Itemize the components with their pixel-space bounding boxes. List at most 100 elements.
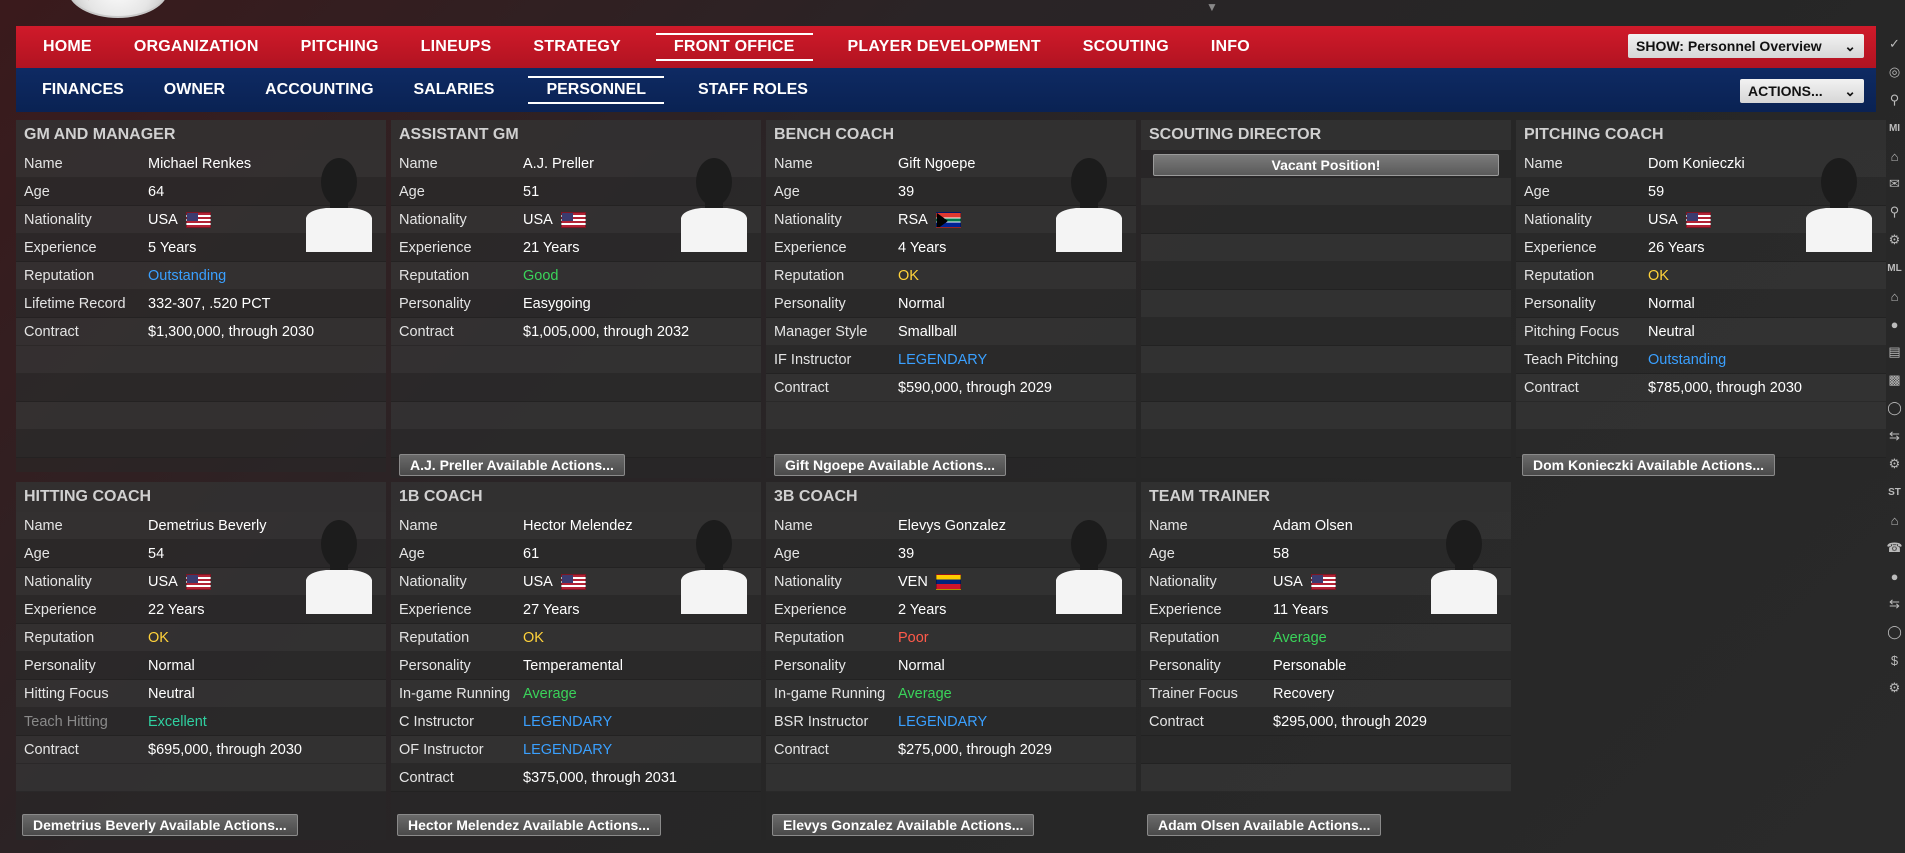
3b-coach-actions-button[interactable]: Elevys Gonzalez Available Actions... [772, 814, 1035, 836]
nav-player-development[interactable]: PLAYER DEVELOPMENT [841, 34, 1048, 60]
row-value-text: Poor [898, 629, 929, 646]
row-value[interactable]: A.J. Preller [523, 156, 594, 172]
info-row-reputation: Reputation Good [391, 262, 761, 290]
info-row-personality: Personality Normal [766, 652, 1136, 680]
row-value: $1,005,000, through 2032 [523, 324, 689, 340]
info-row-reputation: Reputation OK [1516, 262, 1886, 290]
subnav-salaries[interactable]: SALARIES [408, 77, 501, 103]
row-value: Average [1273, 630, 1327, 646]
panel-title: ASSISTANT GM [391, 120, 761, 150]
row-value-text: Neutral [1648, 323, 1695, 340]
row-value[interactable]: Dom Konieczki [1648, 156, 1745, 172]
panel-title: BENCH COACH [766, 120, 1136, 150]
row-label: Age [1149, 545, 1175, 562]
subnav-owner[interactable]: OWNER [158, 77, 231, 103]
ball-icon[interactable]: ◯ [1884, 394, 1905, 422]
row-label: IF Instructor [774, 351, 852, 368]
hitting-coach-actions-button[interactable]: Demetrius Beverly Available Actions... [22, 814, 298, 836]
sub-nav: FINANCES OWNER ACCOUNTING SALARIES PERSO… [16, 68, 1876, 112]
nav-info[interactable]: INFO [1204, 34, 1257, 60]
bulb-icon[interactable]: ⚲ [1884, 86, 1905, 114]
info-row-hitting-focus: Hitting Focus Neutral [16, 680, 386, 708]
row-label: Reputation [1524, 267, 1595, 284]
pin-icon[interactable]: ● [1884, 310, 1905, 338]
empty-row [1141, 262, 1511, 290]
row-value: Neutral [148, 686, 195, 702]
mail-icon[interactable]: ✉ [1884, 170, 1905, 198]
pin-icon[interactable]: ● [1884, 562, 1905, 590]
row-value-text: Recovery [1273, 685, 1335, 702]
row-value: 11 Years [1273, 602, 1328, 618]
row-value[interactable]: Elevys Gonzalez [898, 518, 1006, 534]
empty-row [391, 374, 761, 402]
chart-icon[interactable]: ▩ [1884, 366, 1905, 394]
nav-strategy[interactable]: STRATEGY [526, 34, 628, 60]
row-value-text: 61 [523, 545, 540, 562]
row-value: $295,000, through 2029 [1273, 714, 1427, 730]
row-value[interactable]: Michael Renkes [148, 156, 251, 172]
row-value-text: 332-307, .520 PCT [148, 295, 271, 312]
phone-icon[interactable]: ☎ [1884, 534, 1905, 562]
row-label: Age [1524, 183, 1550, 200]
row-label: Nationality [774, 211, 842, 228]
nav-organization[interactable]: ORGANIZATION [127, 34, 266, 60]
nav-home[interactable]: HOME [36, 34, 99, 60]
row-value-text: Normal [1648, 295, 1695, 312]
gear-icon[interactable]: ⚙ [1884, 226, 1905, 254]
home-icon[interactable]: ⌂ [1884, 142, 1905, 170]
row-value-text: Easygoing [523, 295, 591, 312]
subnav-staff-roles[interactable]: STAFF ROLES [692, 77, 814, 103]
dollar-icon[interactable]: $ [1884, 646, 1905, 674]
empty-row [391, 346, 761, 374]
empty-row [766, 402, 1136, 430]
bench-coach-actions-button[interactable]: Gift Ngoepe Available Actions... [774, 454, 1007, 476]
row-value: $275,000, through 2029 [898, 742, 1052, 758]
row-label: Contract [399, 769, 454, 786]
globe-icon[interactable]: ◎ [1884, 58, 1905, 86]
team-trainer-actions-button[interactable]: Adam Olsen Available Actions... [1147, 814, 1382, 836]
row-value[interactable]: Hector Melendez [523, 518, 633, 534]
info-row-reputation: Reputation OK [391, 624, 761, 652]
home-icon[interactable]: ⌂ [1884, 506, 1905, 534]
row-value[interactable]: Gift Ngoepe [898, 156, 975, 172]
vacant-position-button[interactable]: Vacant Position! [1153, 154, 1499, 176]
row-value[interactable]: Adam Olsen [1273, 518, 1353, 534]
row-label: Experience [774, 239, 847, 256]
home-icon[interactable]: ⌂ [1884, 282, 1905, 310]
actions-select[interactable]: ACTIONS... ⌄ [1740, 79, 1864, 103]
search-icon[interactable]: ⚲ [1884, 198, 1905, 226]
row-value-text: $695,000, through 2030 [148, 741, 302, 758]
assistant-gm-actions-button[interactable]: A.J. Preller Available Actions... [399, 454, 625, 476]
nav-front-office[interactable]: FRONT OFFICE [655, 33, 813, 61]
nav-pitching[interactable]: PITCHING [294, 34, 386, 60]
row-value: Smallball [898, 324, 957, 340]
transfer-icon[interactable]: ⇆ [1884, 422, 1905, 450]
panel-rows: Name Hector Melendez Age 61 Nationality USA Ex… [391, 512, 761, 792]
1b-coach-actions-button[interactable]: Hector Melendez Available Actions... [397, 814, 661, 836]
row-label: Age [24, 183, 50, 200]
subnav-personnel[interactable]: PERSONNEL [528, 76, 665, 104]
card-icon[interactable]: ▤ [1884, 338, 1905, 366]
show-select[interactable]: SHOW: Personnel Overview ⌄ [1628, 34, 1864, 58]
ball-icon[interactable]: ◯ [1884, 618, 1905, 646]
row-value: Personable [1273, 658, 1346, 674]
row-label: Pitching Focus [1524, 323, 1620, 340]
gear-icon[interactable]: ⚙ [1884, 674, 1905, 702]
row-value-text: 51 [523, 183, 540, 200]
subnav-accounting[interactable]: ACCOUNTING [259, 77, 379, 103]
row-label: Nationality [774, 573, 842, 590]
pitching-coach-actions-button[interactable]: Dom Konieczki Available Actions... [1522, 454, 1776, 476]
nav-scouting[interactable]: SCOUTING [1076, 34, 1176, 60]
info-row-contract: Contract $275,000, through 2029 [766, 736, 1136, 764]
check-icon[interactable]: ✓ [1884, 30, 1905, 58]
gear-icon[interactable]: ⚙ [1884, 450, 1905, 478]
row-value[interactable]: Demetrius Beverly [148, 518, 266, 534]
team-logo[interactable] [68, 0, 168, 18]
info-row-contract: Contract $590,000, through 2029 [766, 374, 1136, 402]
nav-lineups[interactable]: LINEUPS [414, 34, 499, 60]
transfer-icon[interactable]: ⇆ [1884, 590, 1905, 618]
subnav-finances[interactable]: FINANCES [36, 77, 130, 103]
panel-title: 1B COACH [391, 482, 761, 512]
row-value-text: Personable [1273, 657, 1347, 674]
row-value: 27 Years [523, 602, 579, 618]
